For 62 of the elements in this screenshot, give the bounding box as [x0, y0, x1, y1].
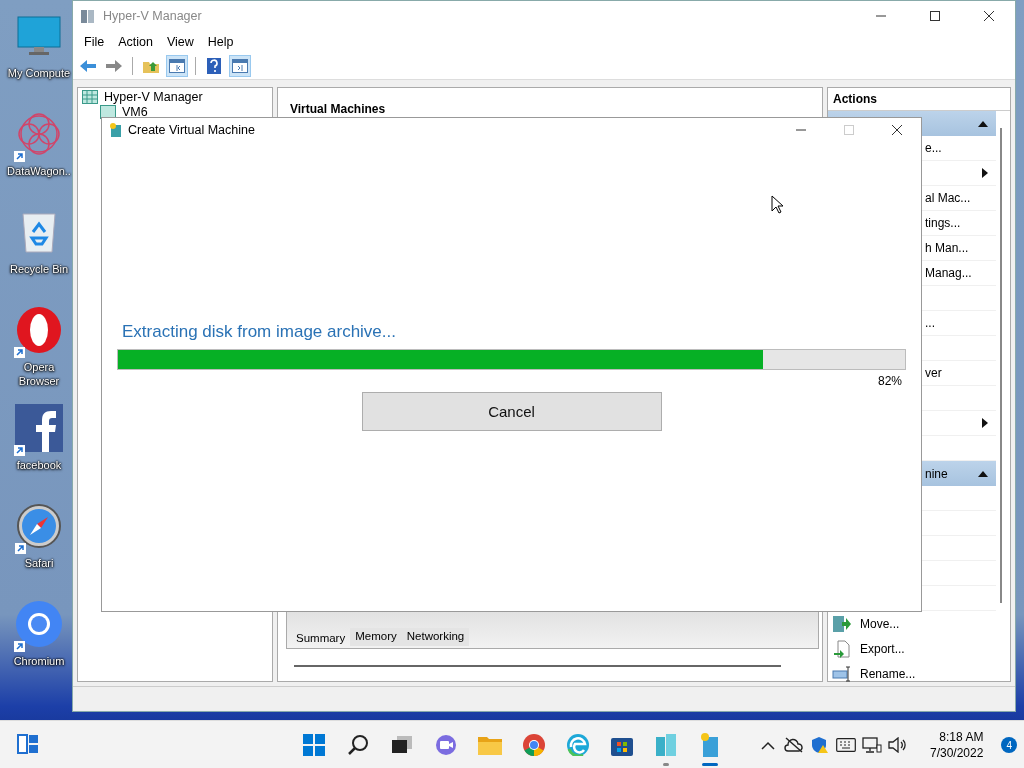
status-message: Extracting disk from image archive... [121, 322, 397, 342]
collapse-arrow-icon[interactable] [978, 120, 988, 127]
search-icon[interactable] [347, 734, 369, 756]
command-entry[interactable]: Move... [860, 616, 900, 631]
tab[interactable]: Networking [401, 628, 470, 646]
tab[interactable]: Memory [350, 628, 402, 646]
shield-warning-icon[interactable] [811, 736, 829, 754]
export-icon [834, 639, 850, 658]
command-entry[interactable]: ver [925, 366, 942, 380]
mouse-pointer-icon [771, 195, 783, 214]
tree-item[interactable]: VM6 [122, 104, 148, 119]
menu-item[interactable]: Action [111, 35, 160, 49]
scrollbar[interactable] [1000, 128, 1002, 603]
command-entry[interactable]: Export... [860, 641, 905, 656]
tab[interactable]: Summary [291, 628, 351, 646]
command-entry[interactable]: h Man... [925, 241, 969, 255]
shortcut-arrow-icon [14, 347, 25, 358]
command-entry[interactable]: Rename... [860, 666, 916, 681]
menu-item[interactable]: File [77, 35, 112, 49]
cancel-button[interactable]: Cancel [361, 392, 662, 431]
window-title: Hyper-V Manager [103, 9, 202, 23]
task-view-icon[interactable] [391, 735, 413, 755]
shortcut-arrow-icon [15, 543, 26, 554]
shortcut-arrow-icon [14, 445, 25, 456]
close-icon[interactable] [891, 124, 903, 136]
desktop-icon-label[interactable]: Chromium [13, 654, 65, 668]
command-entry[interactable]: al Mac... [925, 191, 971, 205]
progress-percent: 82% [877, 374, 903, 388]
command-entry[interactable]: e... [925, 141, 942, 155]
command-entry[interactable]: Manag... [925, 266, 972, 280]
clock-date[interactable]: 7/30/2022 [930, 745, 984, 761]
edge-icon[interactable] [567, 734, 589, 756]
shortcut-arrow-icon [14, 151, 25, 162]
notification-badge[interactable]: 4 [1001, 737, 1018, 753]
shortcut-arrow-icon [14, 641, 25, 652]
collapse-arrow-icon[interactable] [978, 470, 988, 477]
grid-icon [82, 89, 98, 104]
widgets-icon[interactable] [17, 734, 39, 754]
section-title: nine [925, 466, 948, 481]
rename-icon [832, 665, 852, 682]
submenu-arrow-icon[interactable] [982, 418, 988, 428]
chat-icon[interactable] [434, 734, 458, 756]
close-icon[interactable] [983, 10, 995, 22]
scrollbar[interactable] [294, 665, 781, 667]
command-entry[interactable]: ... [925, 316, 935, 330]
start-icon[interactable] [303, 734, 325, 756]
tree-item[interactable]: Hyper-V Manager [104, 89, 203, 104]
chrome-icon[interactable] [523, 734, 545, 756]
submenu-arrow-icon[interactable] [982, 168, 988, 178]
volume-icon[interactable] [888, 737, 908, 753]
cloud-icon[interactable] [784, 737, 804, 753]
move-icon [833, 615, 851, 632]
dialog-title: Create Virtual Machine [128, 123, 255, 137]
maximize-icon[interactable] [929, 10, 941, 22]
network-icon[interactable] [862, 737, 882, 753]
chevron-up-icon[interactable] [761, 740, 775, 750]
menu-item[interactable]: Help [200, 35, 241, 49]
menu-item[interactable]: View [159, 35, 201, 49]
command-entry[interactable]: tings... [925, 216, 961, 230]
maximize-icon [843, 124, 855, 136]
keyboard-icon[interactable] [836, 738, 856, 752]
clock-time[interactable]: 8:18 AM [939, 729, 984, 745]
